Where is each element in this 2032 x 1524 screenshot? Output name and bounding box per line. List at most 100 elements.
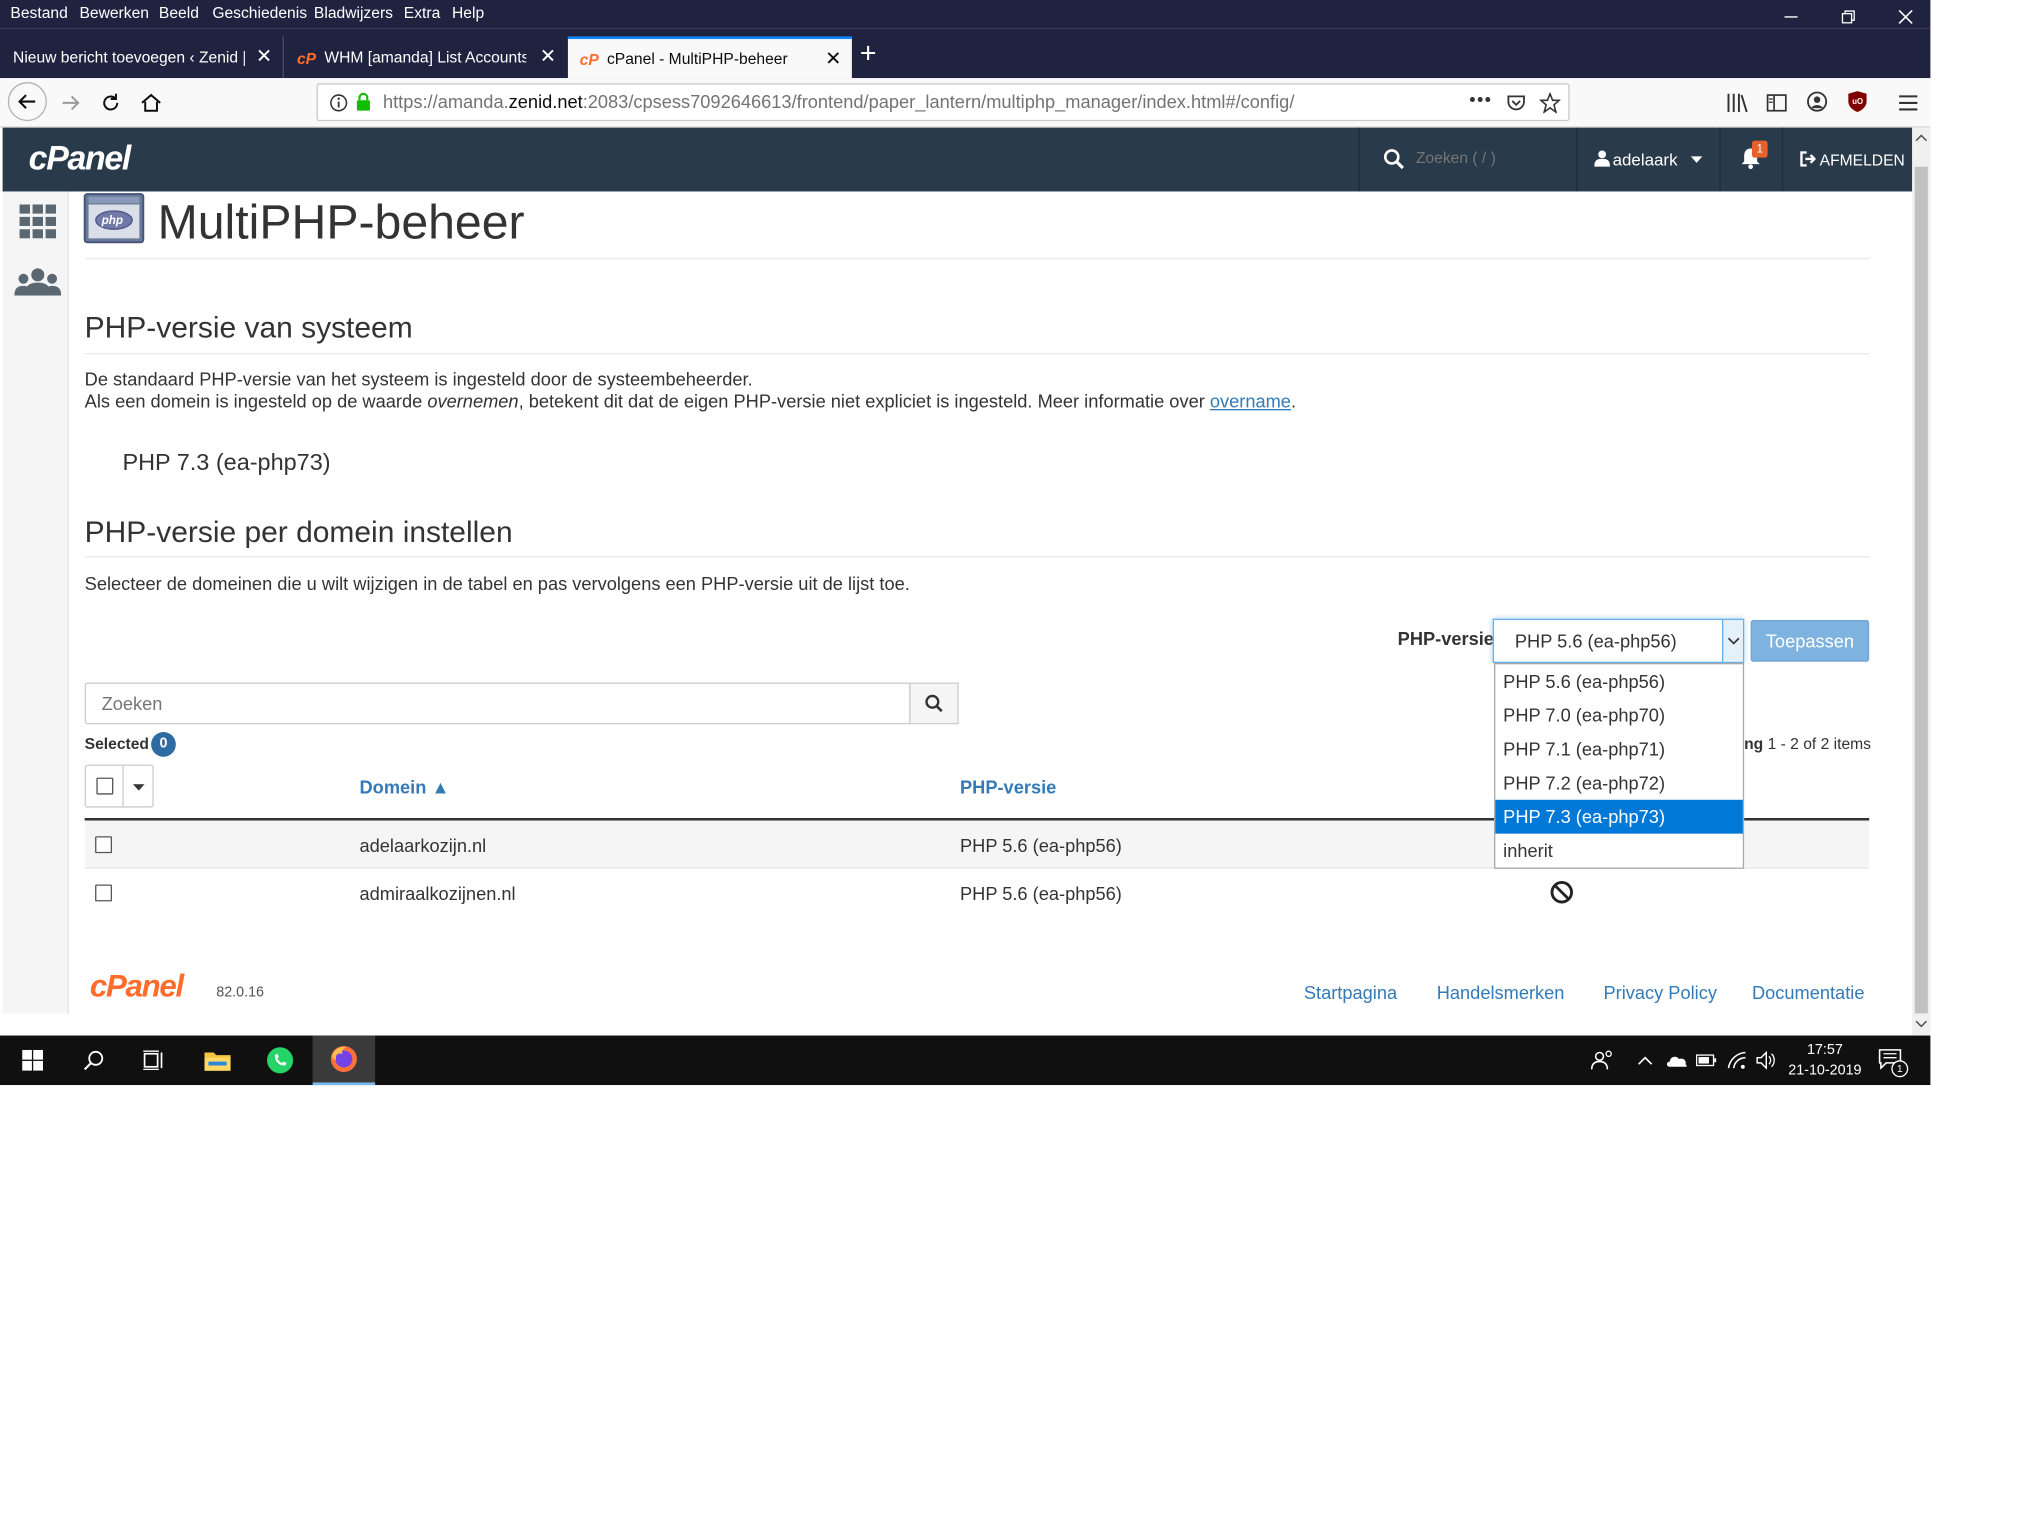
domain-search-input[interactable] xyxy=(84,682,911,725)
cpanel-header: cPanel adelaark 1 AFMELDEN xyxy=(2,127,1913,192)
scroll-down-icon[interactable] xyxy=(1915,1020,1928,1028)
cpanel-search xyxy=(1358,127,1578,192)
reload-button[interactable] xyxy=(91,83,130,122)
home-button[interactable] xyxy=(132,83,171,122)
pocket-icon[interactable] xyxy=(1506,92,1527,113)
tab-zenid[interactable]: Nieuw bericht toevoegen ‹ Zenid | ✕ xyxy=(0,36,284,79)
firefox-taskbar-button[interactable] xyxy=(312,1035,376,1086)
start-button[interactable] xyxy=(1,1036,64,1085)
battery-icon[interactable] xyxy=(1695,1054,1717,1067)
php-icon-label: php xyxy=(101,214,123,227)
cpanel-favicon-icon: cP xyxy=(297,51,317,67)
php-option-56[interactable]: PHP 5.6 (ea-php56) xyxy=(1495,664,1742,698)
menu-bewerken[interactable]: Bewerken xyxy=(79,4,149,22)
grid-home-icon[interactable] xyxy=(19,204,57,239)
row-checkbox[interactable] xyxy=(95,884,113,902)
cpanel-logo[interactable]: cPanel xyxy=(29,138,132,178)
chevron-up-icon[interactable] xyxy=(1637,1055,1653,1065)
page-actions-icon[interactable]: ••• xyxy=(1469,89,1492,110)
menu-extra[interactable]: Extra xyxy=(404,4,440,22)
users-icon[interactable] xyxy=(14,267,62,296)
caret-down-icon[interactable] xyxy=(132,784,145,791)
reload-icon xyxy=(103,93,119,111)
domain-search-button[interactable] xyxy=(909,682,959,725)
tab-cpanel-multiphp[interactable]: cP cPanel - MultiPHP-beheer ✕ xyxy=(567,36,852,79)
chevron-down-icon xyxy=(1727,637,1740,645)
forward-button[interactable] xyxy=(51,83,90,122)
footer-link-documentation[interactable]: Documentatie xyxy=(1752,982,1865,1003)
explanation-text: Als een domein is ingesteld op de waarde xyxy=(84,390,428,412)
menu-help[interactable]: Help xyxy=(452,4,484,22)
menu-bladwijzers[interactable]: Bladwijzers xyxy=(314,4,393,22)
bookmark-star-icon[interactable] xyxy=(1539,92,1561,114)
system-clock[interactable]: 17:57 21-10-2019 xyxy=(1785,1039,1866,1081)
action-center-button[interactable]: 1 xyxy=(1878,1049,1909,1078)
footer-link-home[interactable]: Startpagina xyxy=(1304,982,1397,1003)
column-php-header[interactable]: PHP-versie xyxy=(960,776,1056,797)
new-tab-button[interactable]: + xyxy=(860,36,877,70)
whatsapp-button[interactable] xyxy=(249,1036,312,1085)
php-option-71[interactable]: PHP 7.1 (ea-php71) xyxy=(1495,732,1742,766)
table-row: admiraalkozijnen.nl PHP 5.6 (ea-php56) xyxy=(84,868,1870,918)
menu-bestand[interactable]: Bestand xyxy=(10,4,67,22)
tab-close-icon[interactable]: ✕ xyxy=(256,47,272,67)
wifi-icon[interactable] xyxy=(1727,1051,1748,1069)
not-allowed-icon xyxy=(1550,881,1573,904)
account-icon[interactable] xyxy=(1807,91,1828,112)
address-bar[interactable]: https://amanda.zenid.net:2083/cpsess7092… xyxy=(316,83,1570,122)
menu-bar: Bestand Bewerken Beeld Geschiedenis Blad… xyxy=(0,0,1931,29)
php-option-72[interactable]: PHP 7.2 (ea-php72) xyxy=(1495,766,1742,800)
back-button[interactable] xyxy=(7,82,47,122)
page-scrollbar[interactable] xyxy=(1912,127,1931,1036)
sidebar-icon[interactable] xyxy=(1766,94,1787,112)
menu-geschiedenis[interactable]: Geschiedenis xyxy=(212,4,307,22)
footer-link-trademarks[interactable]: Handelsmerken xyxy=(1437,982,1565,1003)
explanation-text: , betekent dit dat de eigen PHP-versie n… xyxy=(518,390,1210,412)
navigation-bar: https://amanda.zenid.net:2083/cpsess7092… xyxy=(0,78,1931,128)
explanation-emphasis: overnemen xyxy=(427,390,519,412)
menu-beeld[interactable]: Beeld xyxy=(159,4,199,22)
php-option-70[interactable]: PHP 7.0 (ea-php70) xyxy=(1495,698,1742,732)
taskbar-search-button[interactable] xyxy=(63,1036,126,1085)
file-explorer-button[interactable] xyxy=(186,1036,249,1085)
user-menu[interactable]: adelaark xyxy=(1577,127,1721,192)
logout-button[interactable]: AFMELDEN xyxy=(1783,128,1912,192)
notifications-button[interactable]: 1 xyxy=(1721,127,1784,192)
system-php-description: De standaard PHP-versie van het systeem … xyxy=(84,368,753,390)
task-view-button[interactable] xyxy=(122,1036,185,1085)
svg-text:cP: cP xyxy=(580,52,600,68)
footer-link-privacy[interactable]: Privacy Policy xyxy=(1603,982,1717,1003)
inherit-info-link[interactable]: overname xyxy=(1210,391,1291,412)
onedrive-cloud-icon[interactable] xyxy=(1665,1052,1688,1068)
footer-cpanel-logo[interactable]: cPanel xyxy=(90,969,184,1005)
task-view-icon xyxy=(143,1050,163,1071)
select-all-checkbox[interactable] xyxy=(96,777,114,795)
cpanel-sidebar xyxy=(2,191,70,1014)
php-option-inherit[interactable]: inherit xyxy=(1495,834,1742,868)
selected-count-badge: 0 xyxy=(151,732,176,757)
scrollbar-thumb[interactable] xyxy=(1914,166,1928,1014)
user-icon xyxy=(1594,150,1610,167)
library-icon[interactable] xyxy=(1726,92,1749,113)
select-arrow[interactable] xyxy=(1721,620,1743,662)
info-icon[interactable] xyxy=(330,94,348,112)
hamburger-menu-icon[interactable] xyxy=(1898,94,1919,112)
ublock-icon[interactable]: uO xyxy=(1847,90,1868,113)
row-checkbox[interactable] xyxy=(95,836,113,854)
restore-icon xyxy=(1841,10,1855,24)
php-option-73[interactable]: PHP 7.3 (ea-php73) xyxy=(1495,799,1743,834)
tab-close-icon[interactable]: ✕ xyxy=(825,49,841,69)
tab-close-icon[interactable]: ✕ xyxy=(540,47,556,67)
php-version-select[interactable]: PHP 5.6 (ea-php56) xyxy=(1492,618,1745,664)
search-icon xyxy=(83,1050,104,1071)
domain-cell: admiraalkozijnen.nl xyxy=(359,883,516,904)
scroll-up-icon[interactable] xyxy=(1915,134,1928,142)
tab-whm[interactable]: cP WHM [amanda] List Accounts - ✕ xyxy=(285,36,566,78)
apply-button[interactable]: Toepassen xyxy=(1750,620,1870,662)
inherit-explanation: Als een domein is ingesteld op de waarde… xyxy=(85,391,1296,412)
column-domain-header[interactable]: Domein ▲ xyxy=(360,776,450,797)
volume-icon[interactable] xyxy=(1756,1051,1777,1070)
cpanel-search-input[interactable] xyxy=(1415,148,1560,167)
people-icon[interactable] xyxy=(1590,1050,1613,1071)
select-all-control xyxy=(84,764,154,808)
